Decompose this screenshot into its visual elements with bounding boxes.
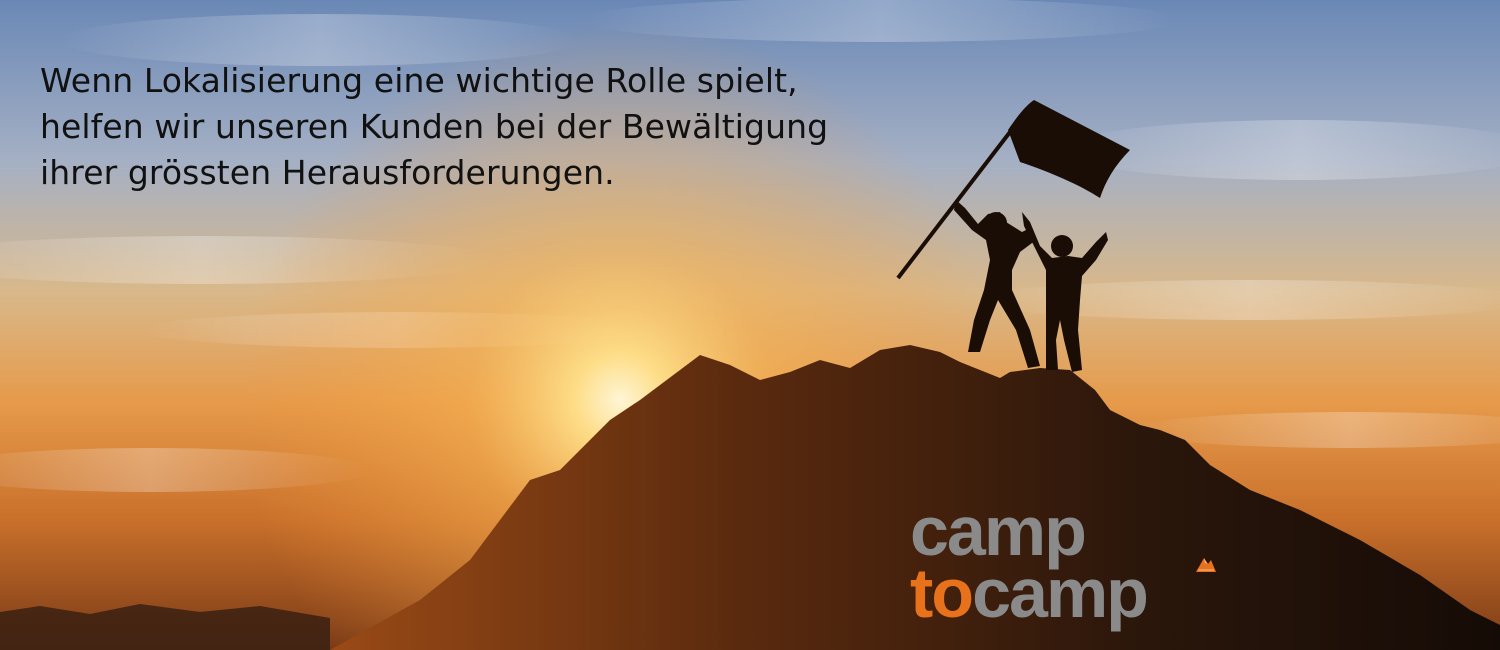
logo-word-camp-2: camp [972,554,1149,632]
camptocamp-logo: camp tocamp [910,492,1230,635]
headline-line-3: ihrer grössten Herausforderungen. [40,153,615,192]
headline: Wenn Lokalisierung eine wichtige Rolle s… [40,58,980,196]
headline-line-2: helfen wir unseren Kunden bei der Bewält… [40,107,829,146]
hero-banner: Wenn Lokalisierung eine wichtige Rolle s… [0,0,1500,650]
logo-word-camp: camp [910,492,1087,570]
mountain-peak-icon [1196,558,1216,572]
climber-left-head [985,212,1007,234]
headline-line-1: Wenn Lokalisierung eine wichtige Rolle s… [40,61,798,100]
distant-hills [0,604,330,650]
climber-right-head [1051,235,1073,257]
logo-word-to: to [910,554,974,632]
logo-line-2: tocamp [910,558,1230,628]
